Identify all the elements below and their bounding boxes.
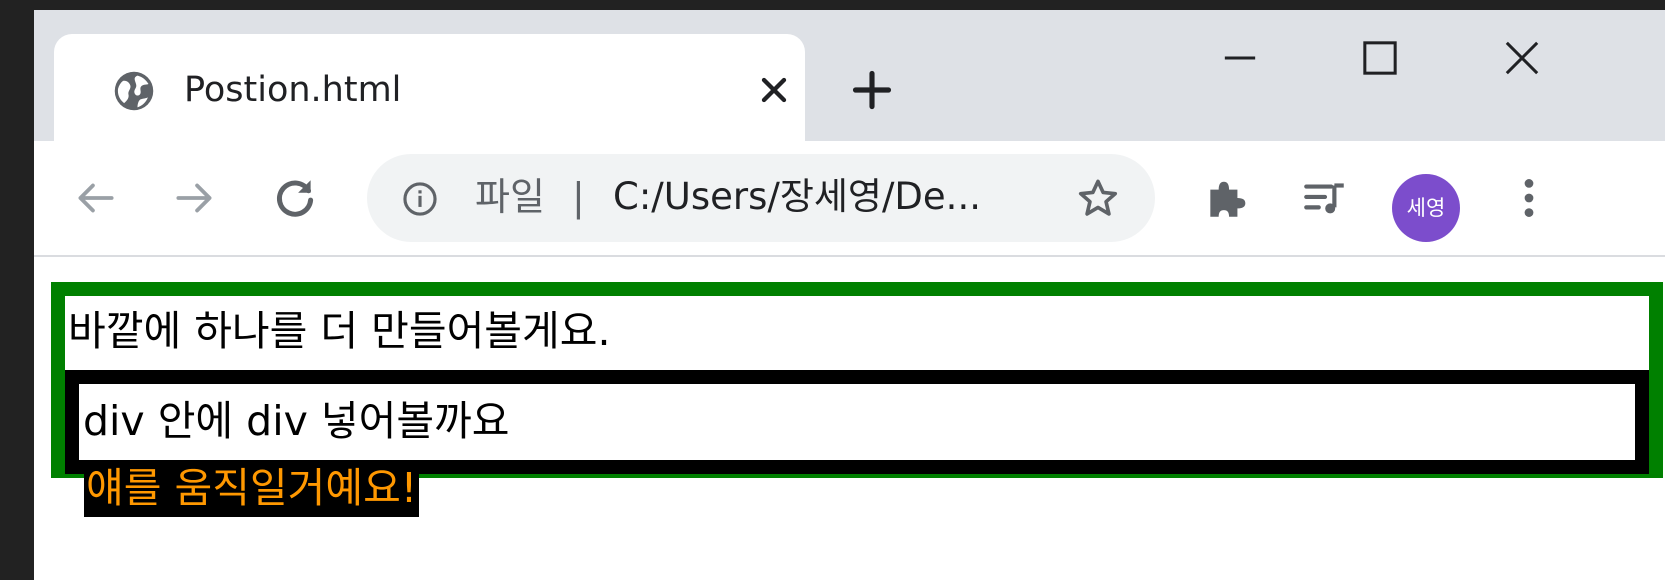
url-separator: | [572,175,585,219]
reload-icon[interactable] [270,173,320,223]
maximize-icon[interactable] [1354,32,1406,84]
info-icon[interactable] [401,180,439,218]
tab-strip: Postion.html [34,10,1665,141]
address-bar[interactable]: 파일 | C:/Users/장세영/De... [367,154,1155,242]
inner-div-text: div 안에 div 넣어볼까요 [83,397,510,445]
tab-close-icon[interactable] [754,70,794,110]
globe-icon [114,71,154,111]
media-controls-icon[interactable] [1300,173,1350,223]
file-scheme-label: 파일 [475,175,545,219]
browser-toolbar: 파일 | C:/Users/장세영/De... 세영 [34,141,1665,257]
minimize-icon[interactable] [1214,32,1266,84]
outer-div-text: 바깥에 하나를 더 만들어볼게요. [68,307,611,355]
tab-active[interactable]: Postion.html [54,34,805,141]
page-content: 바깥에 하나를 더 만들어볼게요. div 안에 div 넣어볼까요 얘를 움직… [34,257,1665,580]
positioned-element: 얘를 움직일거예요! [84,460,420,517]
kebab-menu-icon[interactable] [1504,173,1554,223]
back-arrow-icon[interactable] [70,173,120,223]
tab-title: Postion.html [184,70,402,110]
inner-div: div 안에 div 넣어볼까요 [65,370,1649,474]
forward-arrow-icon[interactable] [170,173,220,223]
extensions-puzzle-icon[interactable] [1202,173,1252,223]
browser-window: Postion.html 파일 | C:/Users/장세영/De... 세영 … [34,10,1665,580]
new-tab-plus-icon[interactable] [850,68,894,112]
close-icon[interactable] [1496,32,1548,84]
profile-avatar[interactable]: 세영 [1392,174,1460,242]
bookmark-star-icon[interactable] [1075,176,1121,222]
outer-div: 바깥에 하나를 더 만들어볼게요. div 안에 div 넣어볼까요 [51,282,1663,478]
url-text[interactable]: C:/Users/장세영/De... [613,168,981,226]
